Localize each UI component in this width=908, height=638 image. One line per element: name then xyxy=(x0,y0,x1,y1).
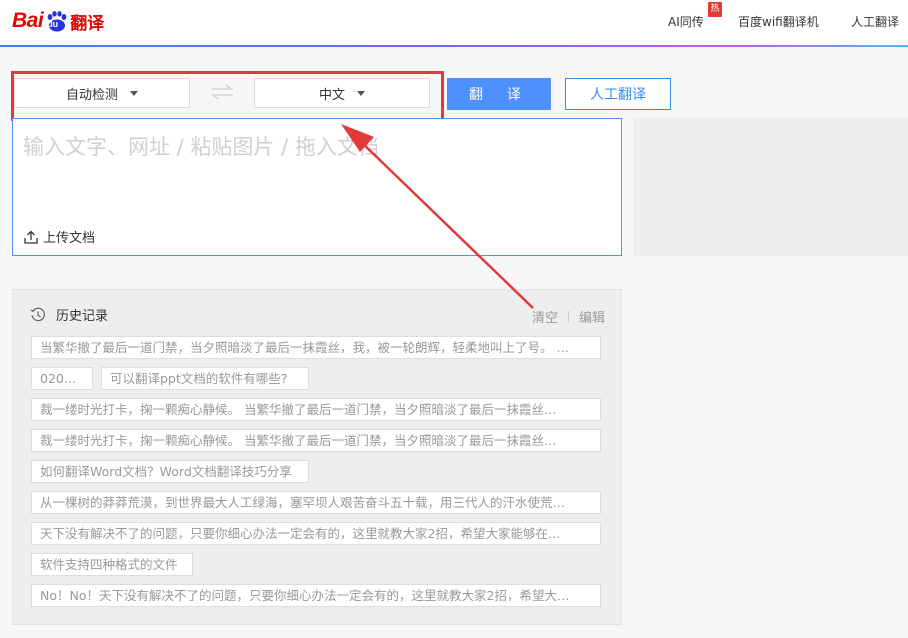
annotation-arrow xyxy=(341,124,534,309)
